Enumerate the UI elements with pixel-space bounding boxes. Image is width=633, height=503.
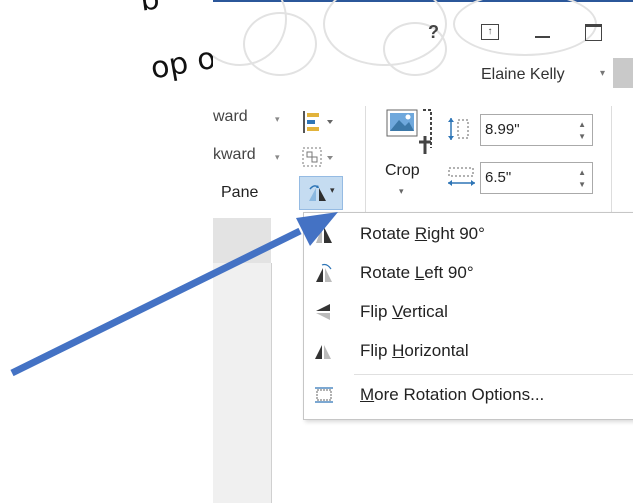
shape-height-field[interactable]: 8.99" ▲ ▼: [480, 114, 593, 146]
word-window: ? ↑ Elaine Kelly ▾ ward ▾ kward ▾ Pane ▾…: [213, 0, 633, 503]
crop-chevron-icon[interactable]: ▾: [399, 186, 404, 197]
ribbon-display-options-icon[interactable]: ↑: [481, 24, 499, 40]
maximize-button[interactable]: [585, 24, 602, 41]
minimize-button[interactable]: [535, 36, 550, 38]
group-divider: [365, 106, 366, 214]
align-icon[interactable]: [301, 110, 335, 139]
selection-pane-button[interactable]: Pane: [221, 184, 258, 202]
menu-item-rotate-left[interactable]: Rotate Left 90°: [304, 254, 633, 292]
selection-pane-label: Pane: [221, 184, 259, 201]
crop-label[interactable]: Crop: [385, 162, 420, 180]
bring-forward-label: ward: [213, 108, 248, 125]
menu-item-rotate-right[interactable]: Rotate Right 90°: [304, 215, 633, 253]
spin-down-icon[interactable]: ▼: [578, 132, 586, 141]
menu-item-label: Flip Horizontal: [360, 341, 469, 360]
menu-item-label: Rotate Left 90°: [360, 263, 474, 282]
spin-up-icon[interactable]: ▲: [578, 120, 586, 129]
menu-item-flip-horizontal[interactable]: Flip Horizontal: [304, 332, 633, 370]
spin-up-icon[interactable]: ▲: [578, 168, 586, 177]
bring-forward-button[interactable]: ward: [213, 108, 248, 126]
send-backward-button[interactable]: kward: [213, 146, 256, 164]
avatar[interactable]: [613, 58, 633, 88]
document-ruler-area: [213, 218, 271, 263]
more-rotation-icon: [312, 385, 336, 410]
rotate-left-icon: [312, 263, 336, 288]
user-menu-chevron-icon[interactable]: ▾: [600, 68, 605, 79]
ribbon: ward ▾ kward ▾ Pane ▾ Crop ▾ 8.99" ▲ ▼ 6…: [213, 100, 633, 218]
menu-item-label: Rotate Right 90°: [360, 224, 485, 243]
rotate-dropdown-menu: Rotate Right 90° Rotate Left 90° Flip Ve…: [303, 212, 633, 420]
send-backward-chevron-icon[interactable]: ▾: [275, 152, 280, 163]
send-backward-label: kward: [213, 146, 256, 163]
annotation-text-top: b: [138, 0, 162, 19]
document-margin: [213, 263, 272, 503]
menu-item-more-rotation-options[interactable]: More Rotation Options...: [304, 376, 633, 414]
help-button[interactable]: ?: [428, 22, 439, 43]
menu-item-label: More Rotation Options...: [360, 385, 545, 404]
bring-forward-chevron-icon[interactable]: ▾: [275, 114, 280, 125]
rotate-chevron-icon: ▾: [330, 185, 335, 195]
shape-height-value: 8.99": [485, 121, 520, 138]
group-divider: [611, 106, 612, 214]
shape-width-field[interactable]: 6.5" ▲ ▼: [480, 162, 593, 194]
flip-vertical-icon: [312, 302, 336, 327]
spin-down-icon[interactable]: ▼: [578, 180, 586, 189]
flip-horizontal-icon: [312, 341, 336, 366]
menu-separator: [354, 374, 633, 375]
group-icon[interactable]: [301, 146, 335, 175]
rotate-right-icon: [312, 224, 336, 249]
shape-width-value: 6.5": [485, 169, 512, 186]
menu-item-flip-vertical[interactable]: Flip Vertical: [304, 293, 633, 331]
rotate-button[interactable]: ▾: [299, 176, 343, 210]
menu-item-label: Flip Vertical: [360, 302, 448, 321]
rotate-icon: [306, 184, 328, 207]
crop-icon[interactable]: [385, 108, 435, 163]
shape-height-icon: [445, 116, 475, 147]
user-account-name[interactable]: Elaine Kelly: [481, 66, 565, 84]
shape-width-icon: [445, 166, 479, 195]
